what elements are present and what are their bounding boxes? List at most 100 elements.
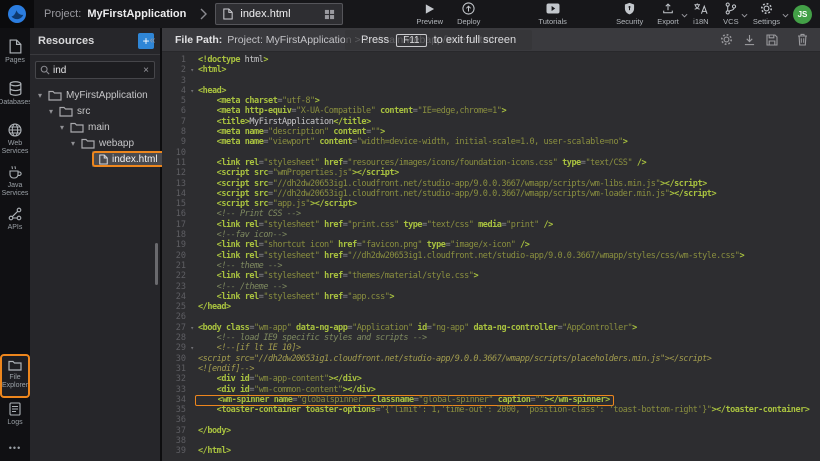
delete-file-button[interactable] bbox=[797, 33, 808, 46]
code-line-9[interactable]: 9 <meta name="viewport" content="width=d… bbox=[162, 137, 820, 147]
sidebar-item-web-services[interactable]: Web Services bbox=[1, 118, 29, 160]
code-line-21[interactable]: 21 <!-- theme --> bbox=[162, 261, 820, 271]
code-line-29[interactable]: 29▾ <!--[if lt IE 10]> bbox=[162, 343, 820, 353]
code-editor[interactable]: 1<!doctype html>2▾<html>34▾<head>5 <meta… bbox=[162, 52, 820, 461]
api-icon bbox=[8, 207, 22, 221]
tree-item-src[interactable]: ▾ src bbox=[30, 103, 160, 119]
user-avatar[interactable]: JS bbox=[793, 5, 812, 24]
code-line-19[interactable]: 19 <link rel="shortcut icon" href="favic… bbox=[162, 240, 820, 250]
code-line-3[interactable]: 3 bbox=[162, 76, 820, 86]
caret-down-icon[interactable]: ▾ bbox=[71, 139, 81, 148]
tutorials-button[interactable]: Tutorials bbox=[531, 2, 573, 26]
code-line-31[interactable]: 31<![endif]--> bbox=[162, 364, 820, 374]
app-logo[interactable] bbox=[0, 0, 34, 28]
f11-key: F11 bbox=[396, 34, 427, 47]
fold-marker[interactable]: ▾ bbox=[186, 343, 198, 353]
code-line-18[interactable]: 18 <!--fav icon--> bbox=[162, 230, 820, 240]
code-line-39[interactable]: 39</html> bbox=[162, 446, 820, 456]
resources-scrollbar[interactable] bbox=[155, 243, 158, 285]
code-line-7[interactable]: 7 <title>MyFirstApplication</title> bbox=[162, 117, 820, 127]
tree-item-label: src bbox=[77, 106, 90, 117]
tree-item-webapp[interactable]: ▾ webapp bbox=[30, 135, 160, 151]
sidebar-item-pages[interactable]: Pages bbox=[1, 34, 29, 76]
code-line-5[interactable]: 5 <meta charset="utf-8"> bbox=[162, 96, 820, 106]
settings-button[interactable]: Settings bbox=[746, 2, 787, 26]
code-line-37[interactable]: 37</body> bbox=[162, 426, 820, 436]
clear-search-icon[interactable]: × bbox=[142, 65, 150, 76]
sidebar-item-logs[interactable]: Logs bbox=[1, 397, 29, 439]
tutorials-label: Tutorials bbox=[538, 17, 566, 26]
deploy-label: Deploy bbox=[457, 17, 480, 26]
save-file-button[interactable] bbox=[766, 34, 778, 46]
sidebar-item-databases[interactable]: Databases bbox=[1, 76, 29, 118]
cloud-upload-icon bbox=[462, 2, 475, 15]
code-line-28[interactable]: 28 <!-- load IE9 specific styles and scr… bbox=[162, 333, 820, 343]
editor-settings-button[interactable] bbox=[720, 33, 733, 46]
code-line-16[interactable]: 16 <!-- Print CSS --> bbox=[162, 209, 820, 219]
tree-item-main[interactable]: ▾main bbox=[30, 119, 160, 135]
code-line-17[interactable]: 17 <link rel="stylesheet" href="print.cs… bbox=[162, 220, 820, 230]
search-box[interactable]: × bbox=[35, 61, 155, 79]
sidebar-item-label: Java Services bbox=[1, 182, 29, 198]
preview-button[interactable]: Preview bbox=[409, 2, 450, 26]
fold-marker[interactable]: ▾ bbox=[186, 86, 198, 96]
code-line-35[interactable]: 35 <toaster-container toaster-options="{… bbox=[162, 405, 820, 415]
line-number: 4 bbox=[162, 86, 186, 96]
vcs-button[interactable]: VCS bbox=[716, 2, 746, 26]
caret-down-icon[interactable]: ▾ bbox=[49, 107, 59, 116]
collapse-panel-button[interactable]: « bbox=[146, 34, 159, 48]
code-line-36[interactable]: 36 bbox=[162, 415, 820, 425]
code-line-30[interactable]: 30<script src="//dh2dw20653ig1.cloudfron… bbox=[162, 354, 820, 364]
code-line-8[interactable]: 8 <meta name="description" content=""> bbox=[162, 127, 820, 137]
sidebar-item-file-explorer[interactable]: File Explorer bbox=[1, 355, 29, 397]
code-line-13[interactable]: 13 <script src="//dh2dw20653ig1.cloudfro… bbox=[162, 179, 820, 189]
export-button[interactable]: Export bbox=[650, 2, 686, 26]
i18n-button[interactable]: i18N bbox=[686, 2, 716, 26]
sidebar-more-button[interactable]: ••• bbox=[9, 439, 21, 461]
tab-index-html[interactable]: index.html bbox=[215, 3, 343, 25]
code-line-10[interactable]: 10 bbox=[162, 148, 820, 158]
code-line-24[interactable]: 24 <link rel="stylesheet" href="app.css"… bbox=[162, 292, 820, 302]
security-button[interactable]: Security bbox=[609, 2, 650, 26]
sidebar-item-java-services[interactable]: Java Services bbox=[1, 160, 29, 202]
project-breadcrumb[interactable]: Project: MyFirstApplication bbox=[44, 8, 186, 20]
code-line-27[interactable]: 27▾<body class="wm-app" data-ng-app="App… bbox=[162, 323, 820, 333]
tree-item-label: webapp bbox=[99, 138, 134, 149]
code-line-1[interactable]: 1<!doctype html> bbox=[162, 55, 820, 65]
tree-item-MyFirstApplication[interactable]: ▾MyFirstApplication bbox=[30, 87, 160, 103]
fold-marker[interactable]: ▾ bbox=[186, 323, 198, 333]
search-input[interactable] bbox=[50, 65, 142, 76]
pages-icon bbox=[9, 39, 22, 54]
code-line-12[interactable]: 12 <script src="wmProperties.js"></scrip… bbox=[162, 168, 820, 178]
code-line-34[interactable]: 34 <wm-spinner name="globalspinner" clas… bbox=[162, 395, 820, 405]
tree-item-index.html[interactable]: index.html bbox=[30, 151, 160, 167]
code-line-23[interactable]: 23 <!-- /theme --> bbox=[162, 282, 820, 292]
caret-down-icon[interactable]: ▾ bbox=[60, 123, 70, 132]
sidebar-item-apis[interactable]: APIs bbox=[1, 202, 29, 244]
line-number: 15 bbox=[162, 199, 186, 209]
code-line-25[interactable]: 25</head> bbox=[162, 302, 820, 312]
deploy-button[interactable]: Deploy bbox=[450, 2, 487, 26]
code-line-33[interactable]: 33 <div id="wm-common-content"></div> bbox=[162, 385, 820, 395]
grid-icon[interactable] bbox=[324, 9, 335, 20]
line-number: 2 bbox=[162, 65, 186, 75]
line-number: 5 bbox=[162, 96, 186, 106]
code-line-20[interactable]: 20 <link rel="stylesheet" href="//dh2dw2… bbox=[162, 251, 820, 261]
code-line-32[interactable]: 32 <div id="wm-app-content"></div> bbox=[162, 374, 820, 384]
code-line-4[interactable]: 4▾<head> bbox=[162, 86, 820, 96]
translate-icon bbox=[693, 2, 708, 15]
code-line-6[interactable]: 6 <meta http-equiv="X-UA-Compatible" con… bbox=[162, 106, 820, 116]
code-line-15[interactable]: 15 <script src="app.js"></script> bbox=[162, 199, 820, 209]
code-line-11[interactable]: 11 <link rel="stylesheet" href="resource… bbox=[162, 158, 820, 168]
line-number: 22 bbox=[162, 271, 186, 281]
code-line-14[interactable]: 14 <script src="//dh2dw20653ig1.cloudfro… bbox=[162, 189, 820, 199]
code-line-38[interactable]: 38 bbox=[162, 436, 820, 446]
download-file-button[interactable] bbox=[744, 34, 755, 46]
sidebar-item-label: Pages bbox=[5, 57, 25, 65]
code-line-2[interactable]: 2▾<html> bbox=[162, 65, 820, 75]
fold-marker[interactable]: ▾ bbox=[186, 65, 198, 75]
caret-down-icon[interactable]: ▾ bbox=[38, 91, 48, 100]
code-line-22[interactable]: 22 <link rel="stylesheet" href="themes/m… bbox=[162, 271, 820, 281]
code-line-26[interactable]: 26 bbox=[162, 312, 820, 322]
file-icon bbox=[223, 8, 233, 20]
